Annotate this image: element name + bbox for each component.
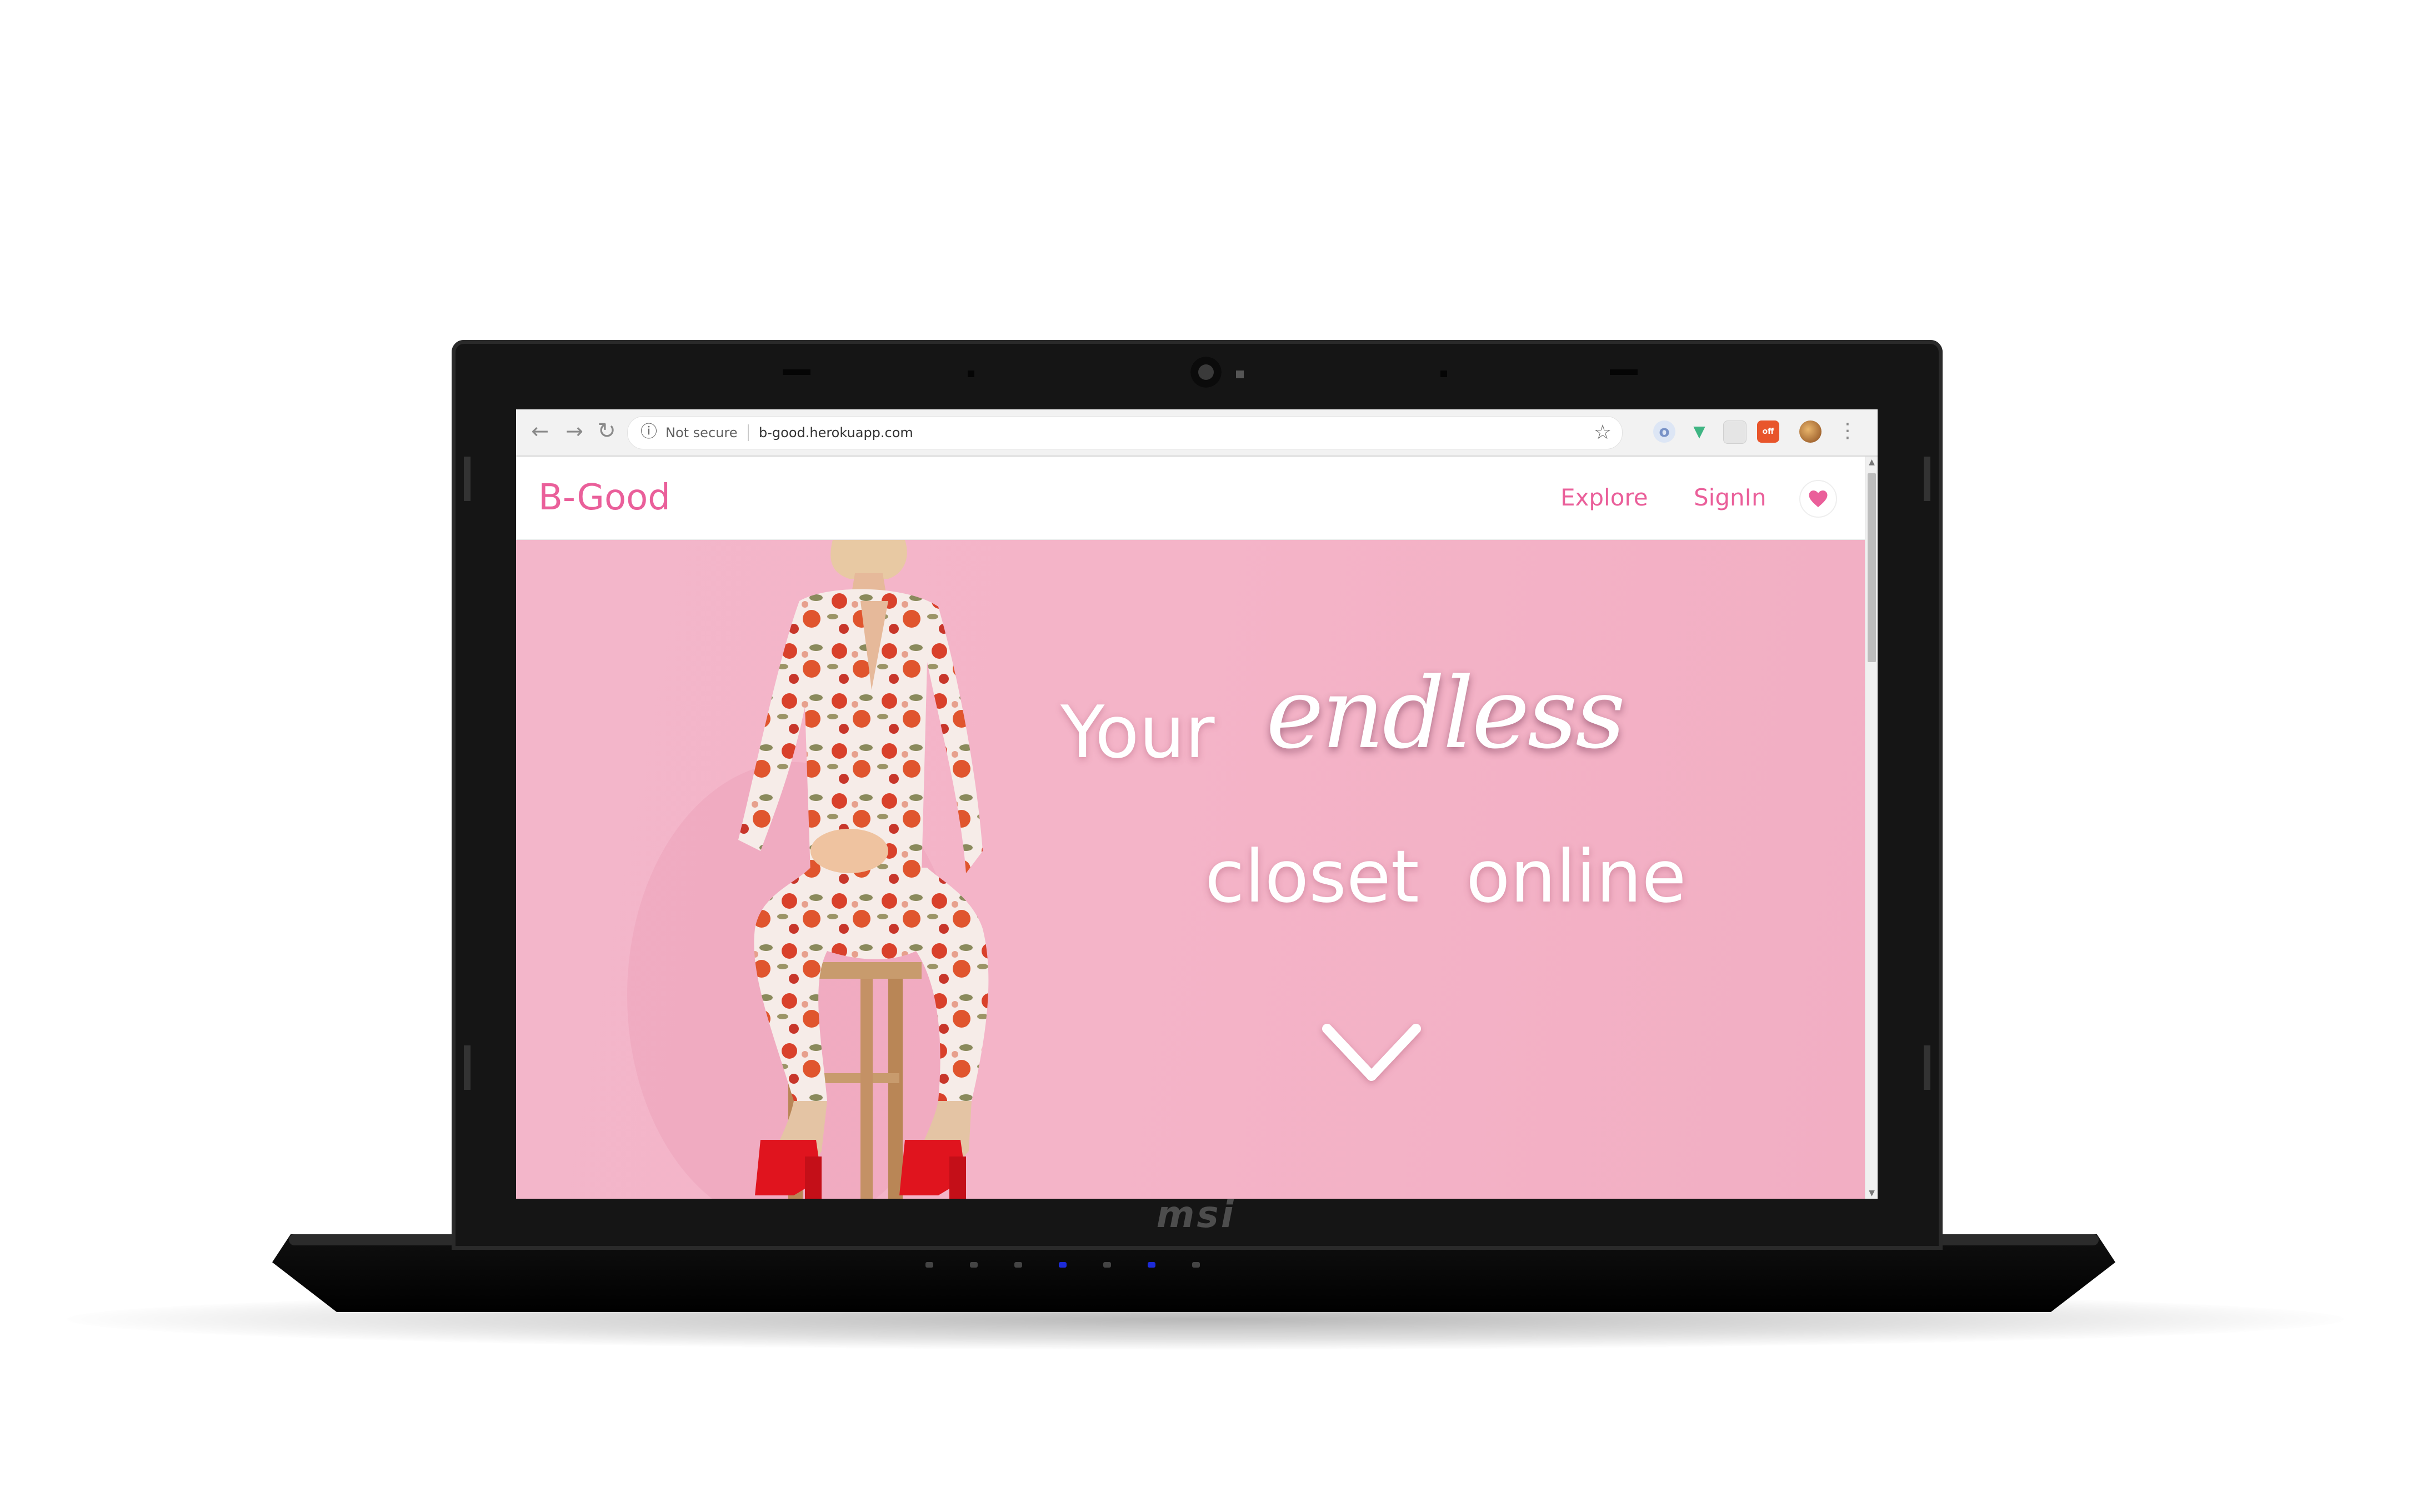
- page-scrollbar[interactable]: ▲ ▼: [1865, 457, 1878, 1199]
- hero-word-online: online: [1466, 834, 1687, 919]
- arrow-right-icon[interactable]: →: [561, 417, 588, 445]
- hero-word-endless: endless: [1266, 657, 1625, 770]
- hero-banner: Your endless closet online: [516, 540, 1865, 1199]
- hero-word-your: Your: [1060, 690, 1215, 774]
- bezel-dot: [1440, 371, 1447, 377]
- heart-icon: [1809, 490, 1828, 507]
- security-status: Not secure: [665, 425, 738, 440]
- bezel-bumper: [1924, 1045, 1930, 1090]
- status-led: [1148, 1262, 1155, 1268]
- vue-devtools-icon[interactable]: ▼: [1688, 420, 1710, 443]
- profile-avatar-icon[interactable]: [1799, 420, 1821, 443]
- info-icon[interactable]: ⓘ: [638, 421, 660, 443]
- arrow-left-icon[interactable]: ←: [526, 417, 554, 445]
- status-led: [1103, 1262, 1111, 1268]
- scroll-down-icon[interactable]: ▼: [1865, 1188, 1878, 1199]
- adblock-off-icon[interactable]: off: [1757, 420, 1779, 443]
- hero-word-closet: closet: [1205, 834, 1419, 919]
- browser-window: ← → ↻ ⓘ Not secure b-good.herokuapp.com …: [516, 409, 1878, 1199]
- bezel-bumper: [464, 1045, 471, 1090]
- site-logo[interactable]: B-Good: [538, 457, 670, 539]
- webcam-icon: [1190, 357, 1222, 388]
- status-led: [1014, 1262, 1022, 1268]
- bezel-bumper: [464, 457, 471, 501]
- scroll-up-icon[interactable]: ▲: [1865, 457, 1878, 468]
- nav-explore[interactable]: Explore: [1560, 457, 1648, 539]
- chevron-down-icon[interactable]: [1316, 1018, 1427, 1090]
- bezel-bumper: [1924, 457, 1930, 501]
- bezel-slot: [1610, 369, 1638, 375]
- scrollbar-thumb[interactable]: [1868, 473, 1876, 662]
- address-separator: [748, 424, 749, 441]
- favorites-button[interactable]: [1799, 480, 1837, 518]
- reload-icon[interactable]: ↻: [593, 417, 620, 445]
- blank-extension-icon[interactable]: [1723, 420, 1747, 444]
- opera-extension-icon[interactable]: o: [1653, 420, 1675, 443]
- site-header: B-Good Explore SignIn: [516, 457, 1865, 540]
- status-led: [925, 1262, 933, 1268]
- star-icon[interactable]: ☆: [1589, 419, 1617, 447]
- bezel-dot: [1236, 371, 1244, 378]
- hero-model-image: [627, 540, 989, 1199]
- status-led: [1192, 1262, 1200, 1268]
- status-led: [1059, 1262, 1067, 1268]
- address-bar[interactable]: ⓘ Not secure b-good.herokuapp.com ☆: [627, 416, 1623, 449]
- nav-signin[interactable]: SignIn: [1694, 457, 1767, 539]
- browser-toolbar: ← → ↻ ⓘ Not secure b-good.herokuapp.com …: [516, 409, 1878, 457]
- url-text[interactable]: b-good.herokuapp.com: [759, 417, 913, 449]
- laptop-brand-logo: msi: [1156, 1193, 1236, 1236]
- bezel-dot: [968, 371, 974, 377]
- status-led: [970, 1262, 978, 1268]
- kebab-menu-icon[interactable]: ⋮: [1834, 417, 1861, 445]
- bezel-slot: [783, 369, 810, 375]
